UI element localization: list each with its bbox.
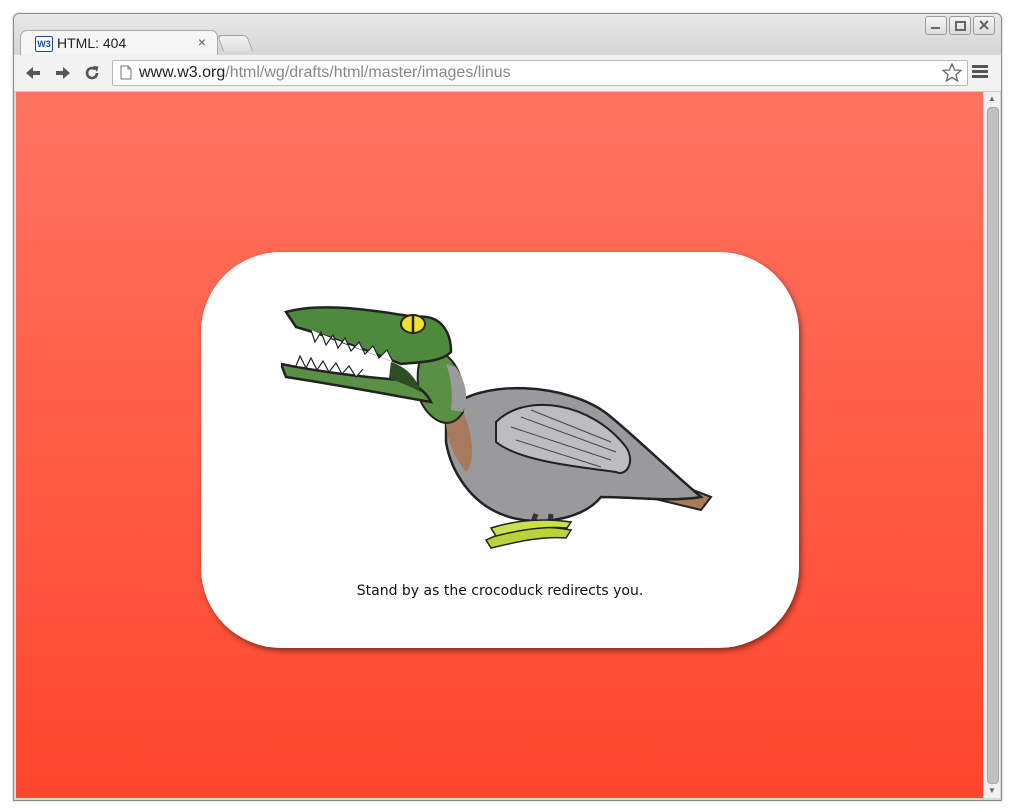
scroll-down-arrow-icon[interactable]: ▼	[984, 784, 1000, 798]
w3c-favicon-icon: W3	[35, 36, 53, 52]
scroll-up-arrow-icon[interactable]: ▲	[984, 92, 1000, 106]
title-bar: W3 HTML: 404 ×	[14, 14, 1001, 57]
new-tab-button[interactable]	[217, 35, 253, 51]
crocoduck-illustration	[281, 306, 713, 549]
page-content: Stand by as the crocoduck redirects you.	[16, 92, 983, 798]
tab-html-404[interactable]: W3 HTML: 404 ×	[20, 30, 218, 57]
url-host: www.w3.org	[139, 64, 226, 81]
hamburger-menu-icon[interactable]	[972, 65, 988, 80]
tab-close-icon[interactable]: ×	[195, 34, 209, 50]
star-icon[interactable]	[942, 63, 962, 82]
redirect-caption: Stand by as the crocoduck redirects you.	[356, 583, 644, 599]
browser-toolbar: www.w3.org/html/wg/drafts/html/master/im…	[14, 55, 1001, 92]
vertical-scrollbar[interactable]: ▲ ▼	[983, 92, 1000, 798]
address-bar[interactable]: www.w3.org/html/wg/drafts/html/master/im…	[112, 60, 968, 86]
url-text[interactable]: www.w3.org/html/wg/drafts/html/master/im…	[139, 64, 511, 82]
reload-icon[interactable]	[81, 62, 103, 84]
minimize-icon[interactable]	[925, 16, 947, 35]
forward-arrow-icon[interactable]	[52, 62, 74, 84]
window-controls	[925, 16, 995, 35]
message-card: Stand by as the crocoduck redirects you.	[201, 252, 799, 648]
maximize-icon[interactable]	[949, 16, 971, 35]
tab-title: HTML: 404	[57, 35, 127, 51]
back-arrow-icon[interactable]	[22, 62, 44, 84]
browser-window: W3 HTML: 404 × www.w3.org/html/wg/drafts…	[13, 13, 1002, 801]
url-path: /html/wg/drafts/html/master/images/linus	[225, 64, 511, 81]
page-icon	[120, 65, 132, 80]
scroll-thumb[interactable]	[987, 107, 999, 784]
close-icon[interactable]	[973, 16, 995, 35]
